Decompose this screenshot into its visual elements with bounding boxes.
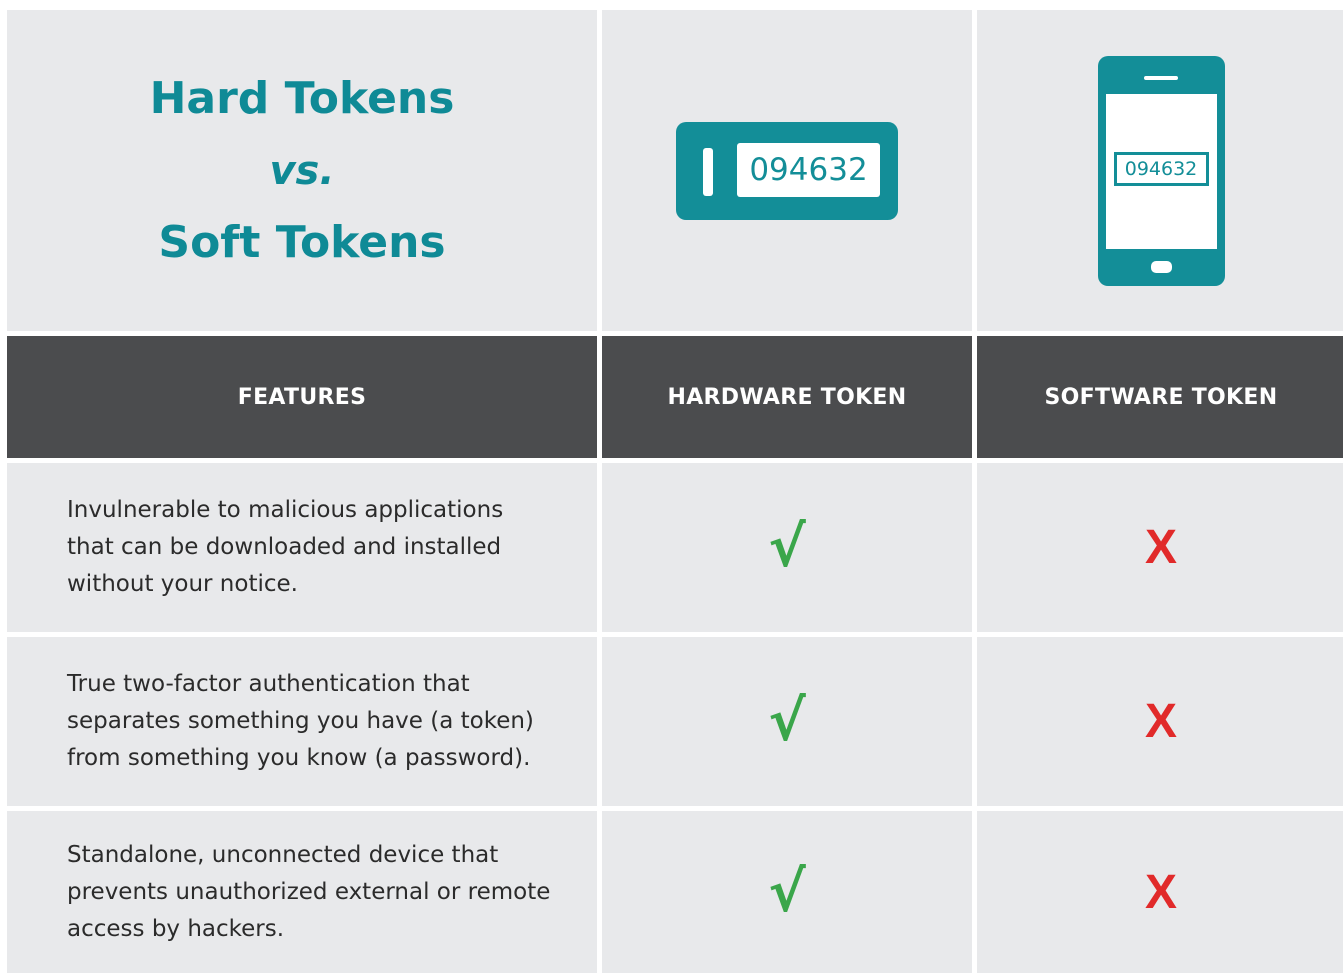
title-cell: Hard Tokens vs. Soft Tokens bbox=[7, 10, 597, 331]
cross-icon: X bbox=[1144, 521, 1177, 574]
check-icon: √ bbox=[768, 515, 806, 580]
hardware-value-cell: √ bbox=[602, 637, 972, 806]
header-features: FEATURES bbox=[7, 336, 597, 458]
hardware-value-cell: √ bbox=[602, 463, 972, 632]
feature-cell: True two-factor authentication that sepa… bbox=[7, 637, 597, 806]
check-icon: √ bbox=[768, 859, 806, 925]
phone-screen: 094632 bbox=[1105, 93, 1217, 249]
title-vs: vs. bbox=[269, 147, 335, 194]
smartphone-icon: 094632 bbox=[1097, 55, 1225, 286]
feature-cell: Standalone, unconnected device that prev… bbox=[7, 811, 597, 973]
feature-text: Standalone, unconnected device that prev… bbox=[67, 841, 551, 942]
software-value-cell: X bbox=[977, 637, 1343, 806]
software-value-cell: X bbox=[977, 463, 1343, 632]
title-soft-tokens: Soft Tokens bbox=[158, 216, 446, 268]
phone-home-button bbox=[1150, 260, 1172, 273]
feature-text: Invulnerable to malicious applications t… bbox=[67, 497, 504, 597]
hardware-token-graphic-cell: 094632 bbox=[602, 10, 972, 331]
hardware-token-icon: 094632 bbox=[676, 121, 898, 220]
phone-speaker bbox=[1143, 75, 1178, 80]
cross-icon: X bbox=[1144, 865, 1177, 919]
software-value-cell: X bbox=[977, 811, 1343, 973]
feature-text: True two-factor authentication that sepa… bbox=[67, 671, 534, 771]
software-token-graphic-cell: 094632 bbox=[977, 10, 1343, 331]
hardware-token-slot bbox=[703, 147, 713, 196]
hardware-token-display: 094632 bbox=[737, 142, 880, 197]
header-hardware-token: HARDWARE TOKEN bbox=[602, 336, 972, 458]
cross-icon: X bbox=[1144, 695, 1177, 748]
comparison-table: Hard Tokens vs. Soft Tokens 094632 09463… bbox=[0, 0, 1343, 973]
header-software-token: SOFTWARE TOKEN bbox=[977, 336, 1343, 458]
software-token-display: 094632 bbox=[1113, 151, 1209, 186]
hardware-value-cell: √ bbox=[602, 811, 972, 973]
check-icon: √ bbox=[768, 689, 806, 754]
feature-cell: Invulnerable to malicious applications t… bbox=[7, 463, 597, 632]
title-hard-tokens: Hard Tokens bbox=[149, 72, 455, 124]
